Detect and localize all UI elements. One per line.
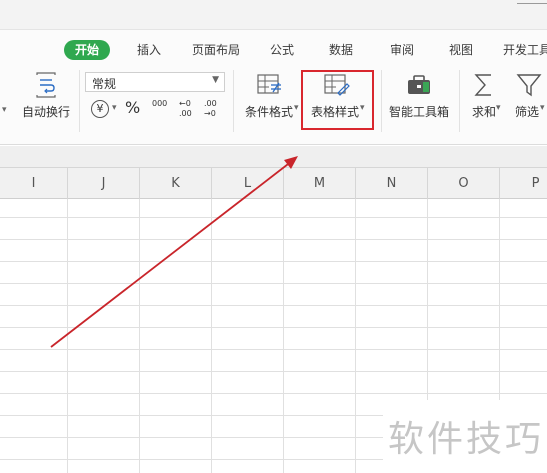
conditional-format-button[interactable]: 条件格式 xyxy=(237,68,301,128)
column-header-p[interactable]: P xyxy=(500,168,547,199)
chevron-down-icon[interactable]: ▾ xyxy=(294,104,299,113)
conditional-format-icon xyxy=(257,74,281,94)
sigma-icon xyxy=(474,74,491,96)
gridline xyxy=(0,305,547,306)
gridline xyxy=(283,199,284,473)
dialog-launcher-icon[interactable]: ⌟ xyxy=(66,109,70,117)
column-headers: I J K L M N O P xyxy=(0,168,547,199)
gridline xyxy=(211,199,212,473)
separator xyxy=(459,70,460,132)
gridline xyxy=(0,393,547,394)
column-header-i[interactable]: I xyxy=(0,168,68,199)
gridline xyxy=(67,199,68,473)
column-header-l[interactable]: L xyxy=(212,168,284,199)
gridline xyxy=(0,261,547,262)
gridline xyxy=(355,199,356,473)
column-header-n[interactable]: N xyxy=(356,168,428,199)
chevron-down-icon[interactable]: ▾ xyxy=(496,104,501,113)
tab-view[interactable]: 视图 xyxy=(449,40,473,60)
tab-home[interactable]: 开始 xyxy=(64,40,111,60)
number-format-value: 常规 xyxy=(92,77,117,91)
thousands-separator-button[interactable]: 000 xyxy=(152,100,167,108)
window-control[interactable] xyxy=(517,0,547,4)
separator xyxy=(79,70,80,132)
tab-formulas[interactable]: 公式 xyxy=(270,40,294,60)
ribbon-tabs: 开始 插入 页面布局 公式 数据 审阅 视图 开发工具 xyxy=(0,30,547,66)
gridline xyxy=(139,199,140,473)
column-header-o[interactable]: O xyxy=(428,168,500,199)
decrease-decimal-button[interactable]: .00 →0 xyxy=(204,99,222,119)
dropdown-arrow-icon[interactable]: ▾ xyxy=(2,106,7,115)
tab-page-layout[interactable]: 页面布局 xyxy=(192,40,240,60)
number-format-select[interactable]: 常规 ▼ xyxy=(85,72,225,92)
wrap-text-button[interactable]: 自动换行 xyxy=(18,68,74,128)
separator xyxy=(381,70,382,132)
currency-button[interactable]: ¥ xyxy=(91,100,109,118)
increase-decimal-button[interactable]: ←0 .00 xyxy=(179,99,197,119)
gridline xyxy=(0,283,547,284)
percent-button[interactable]: % xyxy=(125,100,140,116)
column-header-k[interactable]: K xyxy=(140,168,212,199)
smart-toolbox-button[interactable]: 智能工具箱 xyxy=(384,68,454,128)
gridline xyxy=(0,349,547,350)
chevron-down-icon[interactable]: ▾ xyxy=(540,104,545,113)
tab-insert[interactable]: 插入 xyxy=(137,40,161,60)
formula-bar-area xyxy=(0,146,547,168)
ribbon-toolbar: ▾ 自动换行 ⌟ 常规 ▼ ¥ ▾ % 000 ←0 .00 .00 →0 条件… xyxy=(0,66,547,145)
wrap-text-icon xyxy=(36,72,56,98)
filter-button[interactable]: 筛选 xyxy=(508,68,547,128)
gridline xyxy=(0,371,547,372)
currency-dropdown-icon[interactable]: ▾ xyxy=(112,104,117,113)
gridline xyxy=(0,239,547,240)
sum-button[interactable]: 求和 xyxy=(465,68,503,128)
funnel-icon xyxy=(516,74,542,97)
tab-data[interactable]: 数据 xyxy=(329,40,353,60)
gridline xyxy=(0,327,547,328)
toolbox-icon xyxy=(408,75,430,94)
gridline xyxy=(0,217,547,218)
tab-review[interactable]: 审阅 xyxy=(390,40,414,60)
conditional-format-label: 条件格式 xyxy=(244,105,293,119)
title-bar xyxy=(0,0,547,30)
column-header-m[interactable]: M xyxy=(284,168,356,199)
separator xyxy=(233,70,234,132)
tab-developer[interactable]: 开发工具 xyxy=(503,40,547,60)
smart-toolbox-label: 智能工具箱 xyxy=(388,105,449,119)
watermark-text: 软件技巧 xyxy=(388,419,545,460)
highlight-box xyxy=(301,70,374,130)
column-header-j[interactable]: J xyxy=(68,168,140,199)
chevron-down-icon: ▼ xyxy=(212,75,219,85)
